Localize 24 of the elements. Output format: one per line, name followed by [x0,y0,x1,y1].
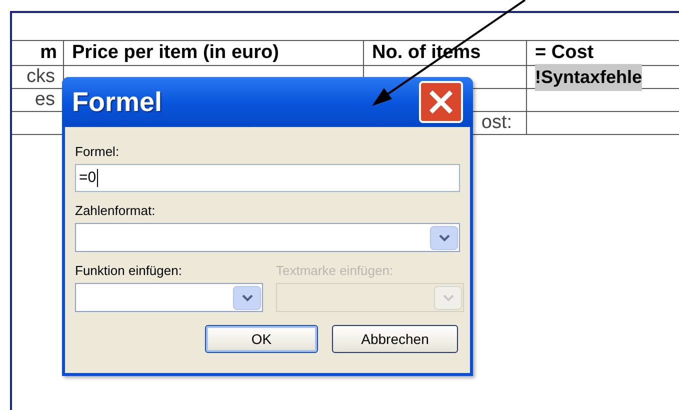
window-title: Formel [72,86,162,119]
table-cell-text: ost: [481,110,512,135]
formula-field[interactable]: =0 [75,164,460,192]
column-header: Price per item (in euro) [72,40,279,65]
dropdown-field[interactable] [75,223,460,252]
chevron-down-icon [242,294,252,302]
table-cell-text: cks [26,64,55,89]
chevron-down-icon [438,234,450,242]
chevron-down-icon [442,294,454,302]
column-header: m [40,40,57,65]
dialog-button[interactable]: Abbrechen [332,325,458,353]
field-value: =0 [79,168,96,188]
dropdown-button[interactable] [233,286,261,310]
field-label: Zahlenformat: [75,204,156,217]
close-button[interactable] [419,81,463,123]
dialog-button[interactable]: OK [205,325,318,353]
field-label: Funktion einfügen: [75,264,183,277]
field-label: Formel: [75,145,120,158]
table-cell-text: es [34,88,55,112]
dropdown-field[interactable] [75,283,263,312]
dropdown-button[interactable] [430,226,458,250]
table-cell: !Syntaxfehle [535,64,642,90]
column-header: = Cost [535,40,594,65]
close-icon [428,89,454,115]
